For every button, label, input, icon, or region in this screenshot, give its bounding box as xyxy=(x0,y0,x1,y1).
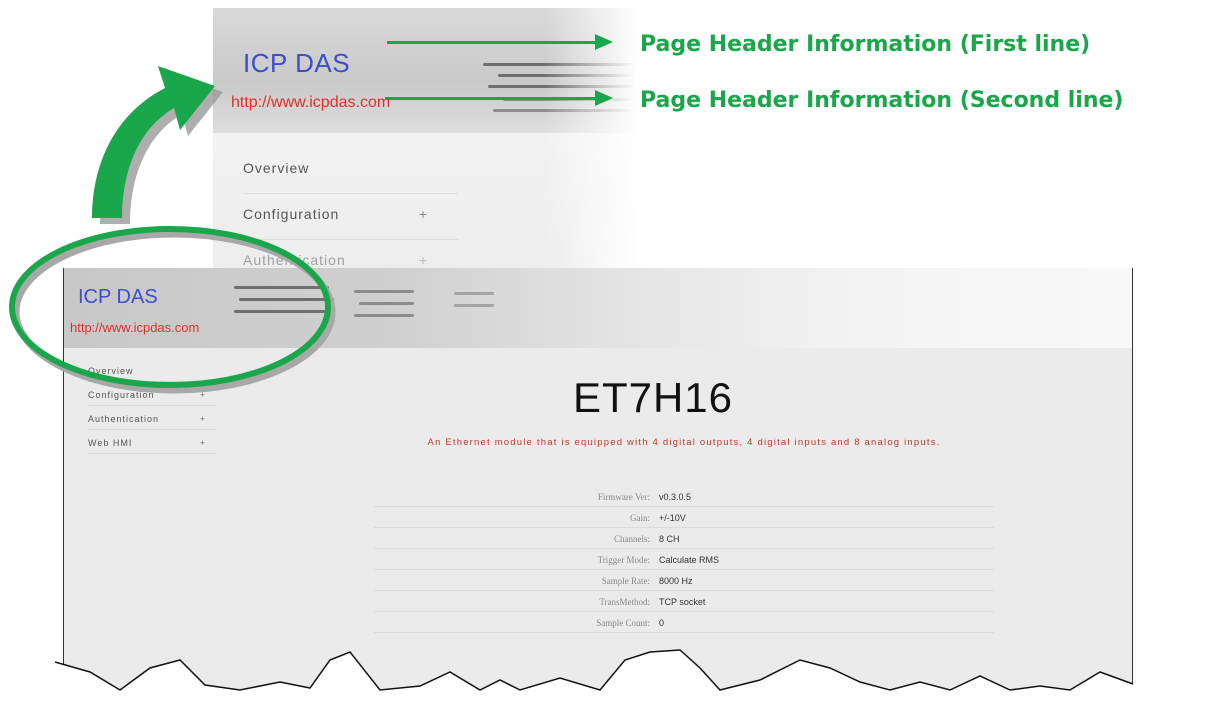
spec-key: Gain: xyxy=(630,513,650,523)
sidebar-item-label: Web HMI xyxy=(88,438,133,448)
zoomed-menu-label: Configuration xyxy=(243,206,340,222)
annotation-arrow-line-2 xyxy=(385,97,597,100)
expand-plus-icon: + xyxy=(418,252,428,268)
spec-value: 8 CH xyxy=(659,534,680,544)
spec-value: v0.3.0.5 xyxy=(659,492,692,502)
zoomed-menu-label: Overview xyxy=(243,160,310,176)
zoomed-header-inset: ICP DAS http://www.icpdas.com Overview C… xyxy=(213,8,638,270)
spec-value: 0 xyxy=(659,618,665,628)
spec-list: Firmware Ver: v0.3.0.5 Gain: +/-10V Chan… xyxy=(374,486,994,633)
sidebar-item-web-hmi[interactable]: Web HMI + xyxy=(88,430,216,454)
annotation-arrow-head-icon xyxy=(595,90,613,106)
annotation-second-line-label: Page Header Information (Second line) xyxy=(640,88,1124,113)
spec-key: Sample Count: xyxy=(596,618,650,628)
spec-value: +/-10V xyxy=(659,513,686,523)
spec-row: Sample Count: 0 xyxy=(374,612,994,633)
header-brand-name: ICP DAS xyxy=(78,286,158,308)
spec-row: Sample Rate: 8000 Hz xyxy=(374,570,994,591)
spec-key: Channels: xyxy=(614,534,650,544)
expand-plus-icon: + xyxy=(418,206,428,222)
spec-value: 8000 Hz xyxy=(659,576,693,586)
curved-arrow-icon xyxy=(92,66,223,224)
annotation-arrow-head-icon xyxy=(595,34,613,50)
annotation-first-line-label: Page Header Information (First line) xyxy=(640,32,1091,57)
spec-value: Calculate RMS xyxy=(659,555,720,565)
web-page-screenshot: ICP DAS http://www.icpdas.com Overview C… xyxy=(63,268,1133,705)
zoomed-sidebar-menu: Overview Configuration + Authentication … xyxy=(243,148,458,270)
zoomed-menu-item-configuration[interactable]: Configuration + xyxy=(243,194,458,240)
annotation-arrow-line-1 xyxy=(387,41,597,44)
spec-row: Trigger Mode: Calculate RMS xyxy=(374,549,994,570)
zoomed-menu-label: Authentication xyxy=(243,252,346,268)
page-header-banner xyxy=(64,268,1132,348)
spec-key: Firmware Ver: xyxy=(597,492,650,502)
spec-row: Firmware Ver: v0.3.0.5 xyxy=(374,486,994,507)
spec-key: Sample Rate: xyxy=(601,576,650,586)
spec-row: Channels: 8 CH xyxy=(374,528,994,549)
module-description: An Ethernet module that is equipped with… xyxy=(427,437,941,448)
header-brand-url[interactable]: http://www.icpdas.com xyxy=(70,320,199,335)
zoomed-menu-item-overview[interactable]: Overview xyxy=(243,148,458,194)
zoomed-brand-url[interactable]: http://www.icpdas.com xyxy=(231,94,390,112)
zoomed-menu-item-authentication[interactable]: Authentication + xyxy=(243,240,458,270)
page-title: ET7H16 xyxy=(572,374,734,421)
spec-key: Trigger Mode: xyxy=(597,555,650,565)
spec-key: TransMethod: xyxy=(599,597,650,607)
spec-row: Gain: +/-10V xyxy=(374,507,994,528)
spec-value: TCP socket xyxy=(659,597,706,607)
zoomed-brand-name: ICP DAS xyxy=(243,48,351,78)
spec-row: TransMethod: TCP socket xyxy=(374,591,994,612)
expand-plus-icon: + xyxy=(199,438,206,448)
